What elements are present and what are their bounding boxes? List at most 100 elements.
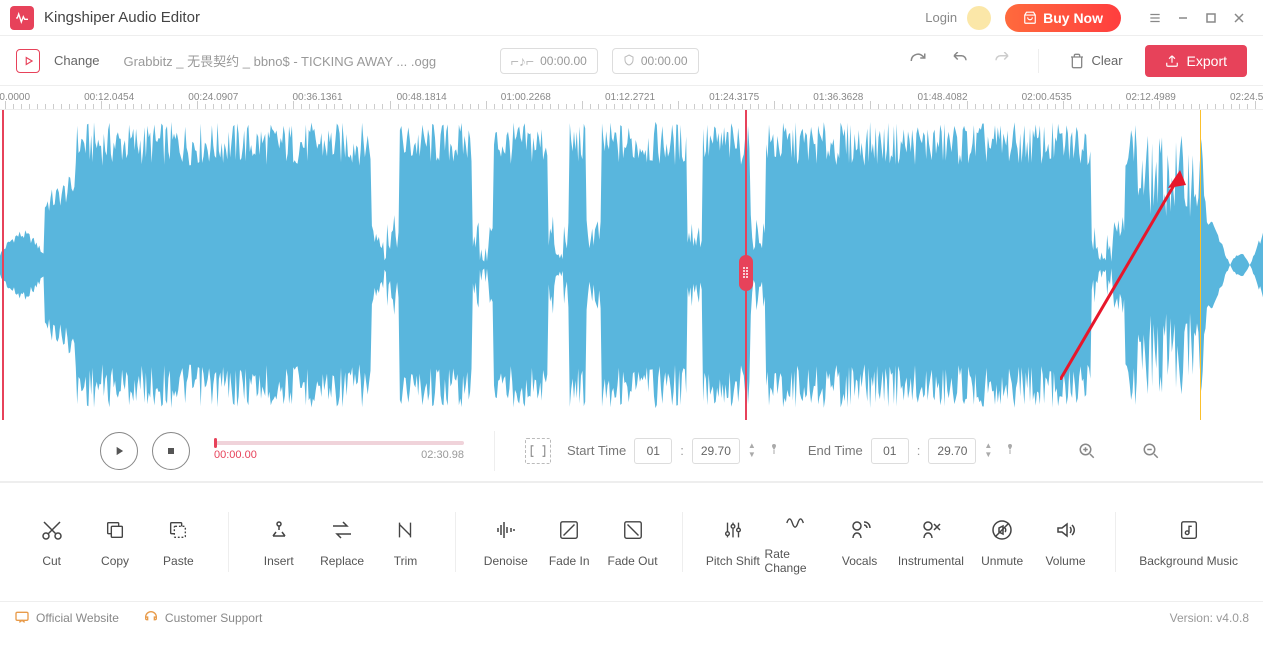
shield-icon bbox=[623, 53, 635, 69]
selection-time-box[interactable]: ⌐♪⌐ 00:00.00 bbox=[500, 48, 598, 74]
end-marker[interactable] bbox=[1200, 110, 1201, 420]
waveform-area[interactable] bbox=[0, 110, 1263, 420]
bag-icon bbox=[1023, 11, 1037, 25]
copy-tool[interactable]: Copy bbox=[83, 516, 146, 568]
version-text: Version: v4.0.8 bbox=[1170, 611, 1249, 625]
music-file-icon bbox=[1178, 516, 1200, 544]
instrumental-icon bbox=[919, 516, 943, 544]
fadein-tool[interactable]: Fade In bbox=[537, 516, 600, 568]
replace-icon bbox=[330, 516, 354, 544]
fadeout-tool[interactable]: Fade Out bbox=[601, 516, 664, 568]
ruler-tick: 00:36.1361 bbox=[292, 92, 342, 103]
selection-tool-button[interactable] bbox=[525, 438, 551, 464]
volume-icon bbox=[1053, 516, 1077, 544]
minimize-icon[interactable] bbox=[1169, 4, 1197, 32]
end-minute-input[interactable] bbox=[871, 438, 909, 464]
start-step-up[interactable]: ▲ bbox=[748, 442, 758, 450]
vocals-tool[interactable]: Vocals bbox=[828, 516, 891, 568]
official-website-link[interactable]: Official Website bbox=[14, 609, 119, 628]
ruler-tick: 00:12.0454 bbox=[84, 92, 134, 103]
ruler-tick: 02:00.4535 bbox=[1022, 92, 1072, 103]
ruler-tick: 01:00.2268 bbox=[501, 92, 551, 103]
undo-button[interactable] bbox=[946, 47, 974, 75]
end-pin-icon[interactable] bbox=[1004, 442, 1016, 459]
range-time-box[interactable]: 00:00.00 bbox=[612, 48, 699, 74]
denoise-icon bbox=[494, 516, 518, 544]
file-icon bbox=[16, 49, 40, 73]
fadein-icon bbox=[558, 516, 580, 544]
pitch-tool[interactable]: Pitch Shift bbox=[701, 516, 764, 568]
buy-now-label: Buy Now bbox=[1043, 10, 1103, 26]
end-step-down[interactable]: ▼ bbox=[984, 451, 994, 459]
start-step-down[interactable]: ▼ bbox=[748, 451, 758, 459]
end-step-up[interactable]: ▲ bbox=[984, 442, 994, 450]
denoise-tool[interactable]: Denoise bbox=[474, 516, 537, 568]
cut-tool[interactable]: Cut bbox=[20, 516, 83, 568]
export-button[interactable]: Export bbox=[1145, 45, 1247, 77]
instrumental-tool[interactable]: Instrumental bbox=[891, 516, 970, 568]
maximize-icon[interactable] bbox=[1197, 4, 1225, 32]
unmute-icon bbox=[990, 516, 1014, 544]
reload-button[interactable] bbox=[904, 47, 932, 75]
upload-icon bbox=[1165, 54, 1179, 68]
bgm-tool[interactable]: Background Music bbox=[1134, 516, 1243, 568]
ruler-tick: 01:36.3628 bbox=[813, 92, 863, 103]
fadeout-icon bbox=[622, 516, 644, 544]
avatar[interactable] bbox=[967, 6, 991, 30]
app-logo bbox=[10, 6, 34, 30]
headset-icon bbox=[143, 609, 159, 628]
unmute-tool[interactable]: Unmute bbox=[970, 516, 1033, 568]
filename-display: Grabbitz _ 无畏契约 _ bbno$ - TICKING AWAY .… bbox=[124, 51, 437, 70]
clear-label: Clear bbox=[1091, 53, 1122, 68]
scissors-icon bbox=[40, 516, 64, 544]
website-label: Official Website bbox=[36, 611, 119, 625]
ruler-tick: 01:24.3175 bbox=[709, 92, 759, 103]
support-link[interactable]: Customer Support bbox=[143, 609, 262, 628]
volume-tool[interactable]: Volume bbox=[1034, 516, 1097, 568]
current-time: 00:00.00 bbox=[214, 449, 257, 461]
start-pin-icon[interactable] bbox=[768, 442, 780, 459]
insert-tool[interactable]: Insert bbox=[247, 516, 310, 568]
hamburger-icon[interactable] bbox=[1141, 4, 1169, 32]
start-marker[interactable] bbox=[2, 110, 4, 420]
play-button[interactable] bbox=[100, 432, 138, 470]
message-icon bbox=[14, 609, 30, 628]
ruler-tick: 00:24.0907 bbox=[188, 92, 238, 103]
insert-icon bbox=[267, 516, 291, 544]
timeline-ruler[interactable]: 00:00.000000:12.045400:24.090700:36.1361… bbox=[0, 86, 1263, 110]
login-link[interactable]: Login bbox=[925, 10, 957, 25]
trim-tool[interactable]: Trim bbox=[374, 516, 437, 568]
trash-icon bbox=[1069, 53, 1085, 69]
copy-icon bbox=[104, 516, 126, 544]
start-second-input[interactable] bbox=[692, 438, 740, 464]
zoom-out-button[interactable] bbox=[1139, 439, 1163, 463]
support-label: Customer Support bbox=[165, 611, 262, 625]
rate-tool[interactable]: Rate Change bbox=[765, 509, 828, 575]
change-button[interactable]: Change bbox=[54, 53, 100, 68]
playhead-grip[interactable] bbox=[739, 255, 753, 291]
ruler-tick: 01:12.2721 bbox=[605, 92, 655, 103]
paste-tool[interactable]: Paste bbox=[147, 516, 210, 568]
start-minute-input[interactable] bbox=[634, 438, 672, 464]
end-second-input[interactable] bbox=[928, 438, 976, 464]
waveform-display bbox=[0, 110, 1263, 420]
vocals-icon bbox=[848, 516, 872, 544]
ruler-tick: 01:48.4082 bbox=[917, 92, 967, 103]
ruler-tick: 02:12.4989 bbox=[1126, 92, 1176, 103]
progress-slider[interactable] bbox=[214, 441, 464, 445]
clear-button[interactable]: Clear bbox=[1061, 49, 1130, 73]
note-icon: ⌐♪⌐ bbox=[511, 53, 534, 69]
trim-icon bbox=[394, 516, 416, 544]
close-icon[interactable] bbox=[1225, 4, 1253, 32]
redo-button[interactable] bbox=[988, 47, 1016, 75]
buy-now-button[interactable]: Buy Now bbox=[1005, 4, 1121, 32]
replace-tool[interactable]: Replace bbox=[310, 516, 373, 568]
zoom-in-button[interactable] bbox=[1075, 439, 1099, 463]
paste-icon bbox=[167, 516, 189, 544]
start-time-label: Start Time bbox=[567, 443, 626, 458]
stop-button[interactable] bbox=[152, 432, 190, 470]
playhead[interactable] bbox=[745, 110, 747, 420]
selection-time-value: 00:00.00 bbox=[540, 54, 587, 68]
range-time-value: 00:00.00 bbox=[641, 54, 688, 68]
total-time: 02:30.98 bbox=[421, 449, 464, 461]
